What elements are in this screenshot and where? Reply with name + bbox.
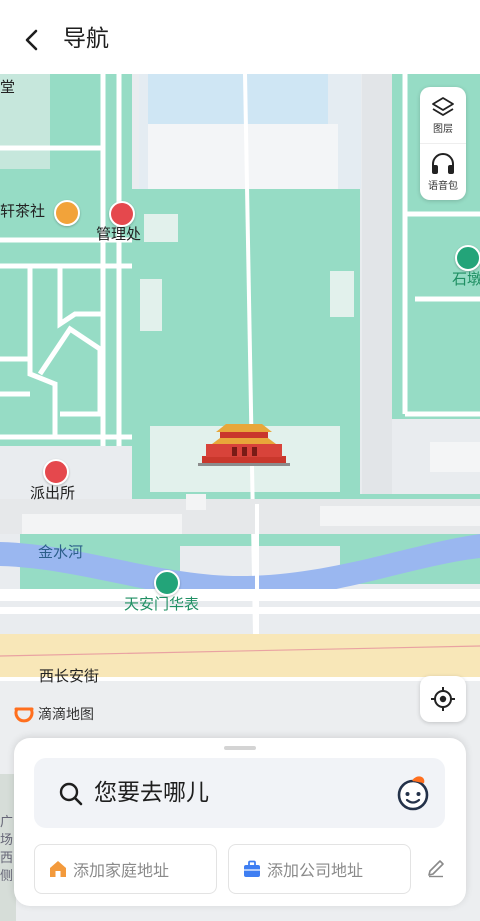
- map-label-huabiao: 天安门华表: [124, 595, 200, 613]
- headphones-icon: [432, 152, 454, 174]
- map-label-river: 金水河: [38, 543, 84, 561]
- map-label-admin-office: 管理处: [96, 225, 142, 243]
- page-title: 导航: [63, 26, 109, 52]
- chevron-left-icon: [25, 29, 38, 51]
- police-station-poi-icon[interactable]: [43, 459, 69, 485]
- search-placeholder: 您要去哪儿: [94, 780, 209, 806]
- tiananmen-icon[interactable]: [198, 420, 290, 466]
- add-home-label: 添加家庭地址: [73, 861, 170, 880]
- brand-label: 滴滴地图: [38, 707, 94, 723]
- crosshair-icon: [431, 687, 455, 711]
- map-label-police-station: 派出所: [30, 484, 76, 502]
- back-button[interactable]: [14, 22, 50, 58]
- locate-button[interactable]: [420, 676, 466, 722]
- layers-icon: [432, 96, 454, 116]
- edit-pencil-icon[interactable]: [426, 858, 446, 878]
- stone-poi-icon[interactable]: [455, 245, 480, 271]
- didi-logo-icon: [14, 707, 34, 723]
- map-label-square: 广场西侧: [0, 815, 14, 884]
- briefcase-icon: [244, 860, 260, 877]
- map-tools-panel: 图层 语音包: [420, 87, 466, 200]
- assistant-avatar-icon[interactable]: [395, 775, 431, 811]
- add-home-button[interactable]: 添加家庭地址: [34, 844, 217, 894]
- map-label-teahouse: 轩茶社: [0, 202, 46, 220]
- layers-label: 图层: [433, 123, 453, 135]
- map-label-hall: 堂: [0, 78, 16, 96]
- voice-pack-label: 语音包: [428, 180, 458, 192]
- teahouse-poi-icon[interactable]: [54, 200, 80, 226]
- top-bar: 导航: [0, 0, 480, 74]
- home-icon: [50, 861, 66, 877]
- add-company-label: 添加公司地址: [267, 861, 364, 880]
- add-company-button[interactable]: 添加公司地址: [228, 844, 411, 894]
- brand-logo: 滴滴地图: [14, 704, 94, 724]
- search-icon: [59, 782, 83, 806]
- map-label-street: 西长安街: [39, 667, 100, 685]
- layers-button[interactable]: 图层: [420, 87, 466, 143]
- sheet-drag-handle[interactable]: [224, 746, 256, 750]
- map-label-stone: 石墩: [452, 270, 480, 288]
- bottom-sheet: 您要去哪儿 添加家庭地址 添加公司地址: [14, 738, 466, 906]
- admin-office-poi-icon[interactable]: [109, 201, 135, 227]
- voice-pack-button[interactable]: 语音包: [420, 143, 466, 200]
- huabiao-poi-icon[interactable]: [154, 570, 180, 596]
- search-input[interactable]: 您要去哪儿: [34, 758, 445, 828]
